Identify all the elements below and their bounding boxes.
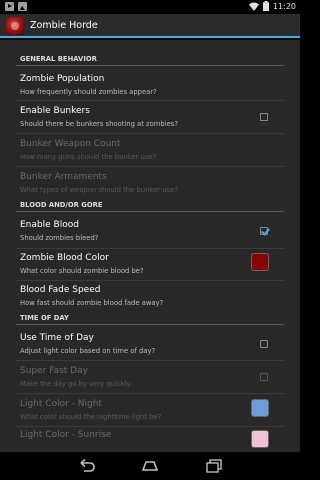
divider: [16, 280, 284, 281]
sunrise-color-swatch: [251, 430, 269, 448]
pref-summary: Adjust light color based on time of day?: [20, 347, 156, 355]
recents-icon[interactable]: [205, 458, 223, 474]
preferences-list[interactable]: GENERAL BEHAVIOR Zombie Population How f…: [0, 40, 300, 452]
pref-bunker-weapon-count: Bunker Weapon Count How many guns should…: [20, 136, 282, 164]
pref-title: Bunker Armaments: [20, 172, 107, 182]
pref-enable-bunkers[interactable]: Enable Bunkers Should there be bunkers s…: [20, 103, 282, 131]
pref-title: Zombie Blood Color: [20, 253, 109, 263]
blood-color-swatch[interactable]: [251, 253, 269, 271]
status-bar: 11:20: [0, 0, 300, 14]
navigation-bar: [0, 452, 300, 480]
pref-title: Super Fast Day: [20, 366, 88, 376]
pref-title: Light Color - Night: [20, 399, 102, 409]
pref-title: Zombie Population: [20, 74, 105, 84]
enable-blood-checkbox[interactable]: [260, 227, 268, 235]
pref-title: Blood Fade Speed: [20, 285, 101, 295]
home-icon[interactable]: [141, 458, 159, 474]
pref-summary: How frequently should zombies appear?: [20, 88, 157, 96]
pref-title: Enable Blood: [20, 220, 79, 230]
section-header-time: TIME OF DAY: [16, 311, 284, 325]
pref-light-color-night: Light Color - Night What color should th…: [20, 396, 282, 424]
divider: [16, 248, 284, 249]
pref-summary: What color should zombie blood be?: [20, 267, 144, 275]
section-header-general: GENERAL BEHAVIOR: [16, 52, 284, 66]
app-title: Zombie Horde: [30, 20, 98, 31]
pref-title: Bunker Weapon Count: [20, 139, 121, 149]
pref-title: Light Color - Sunrise: [20, 430, 112, 440]
pref-super-fast-day: Super Fast Day Make the day go by very q…: [20, 363, 282, 391]
bunkers-checkbox[interactable]: [260, 113, 268, 121]
divider: [16, 133, 284, 134]
image-notification-icon: [18, 2, 27, 11]
action-bar: Zombie Horde: [0, 14, 300, 38]
pref-summary: How fast should zombie blood fade away?: [20, 299, 164, 307]
divider: [16, 360, 284, 361]
pref-title: Enable Bunkers: [20, 106, 90, 116]
use-time-checkbox[interactable]: [260, 340, 268, 348]
pref-summary: What types of weapon should the bunker u…: [20, 186, 178, 194]
pref-zombie-blood-color[interactable]: Zombie Blood Color What color should zom…: [20, 250, 282, 278]
play-store-notification-icon: [5, 2, 14, 11]
pref-zombie-population[interactable]: Zombie Population How frequently should …: [20, 71, 282, 99]
super-fast-checkbox: [260, 373, 268, 381]
pref-summary: Make the day go by very quickly.: [20, 380, 132, 388]
divider: [16, 166, 284, 167]
pref-bunker-armaments: Bunker Armaments What types of weapon sh…: [20, 169, 282, 197]
night-color-swatch: [251, 399, 269, 417]
wifi-icon: [248, 2, 259, 11]
pref-summary: How many guns should the bunker use?: [20, 153, 157, 161]
battery-icon: [262, 1, 269, 11]
pref-use-time-of-day[interactable]: Use Time of Day Adjust light color based…: [20, 330, 282, 358]
pref-summary: What color should the nighttime light be…: [20, 413, 162, 421]
divider: [16, 393, 284, 394]
pref-title: Use Time of Day: [20, 333, 94, 343]
pref-summary: Should there be bunkers shooting at zomb…: [20, 120, 178, 128]
clock: 11:20: [272, 1, 296, 11]
app-icon[interactable]: [6, 17, 24, 35]
pref-light-color-sunrise: Light Color - Sunrise: [20, 429, 282, 452]
back-icon[interactable]: [78, 458, 96, 474]
divider: [16, 426, 284, 427]
section-header-blood: BLOOD AND/OR GORE: [16, 198, 284, 212]
pref-blood-fade-speed[interactable]: Blood Fade Speed How fast should zombie …: [20, 282, 282, 310]
pref-summary: Should zombies bleed?: [20, 234, 99, 242]
divider: [16, 100, 284, 101]
pref-enable-blood[interactable]: Enable Blood Should zombies bleed?: [20, 217, 282, 245]
